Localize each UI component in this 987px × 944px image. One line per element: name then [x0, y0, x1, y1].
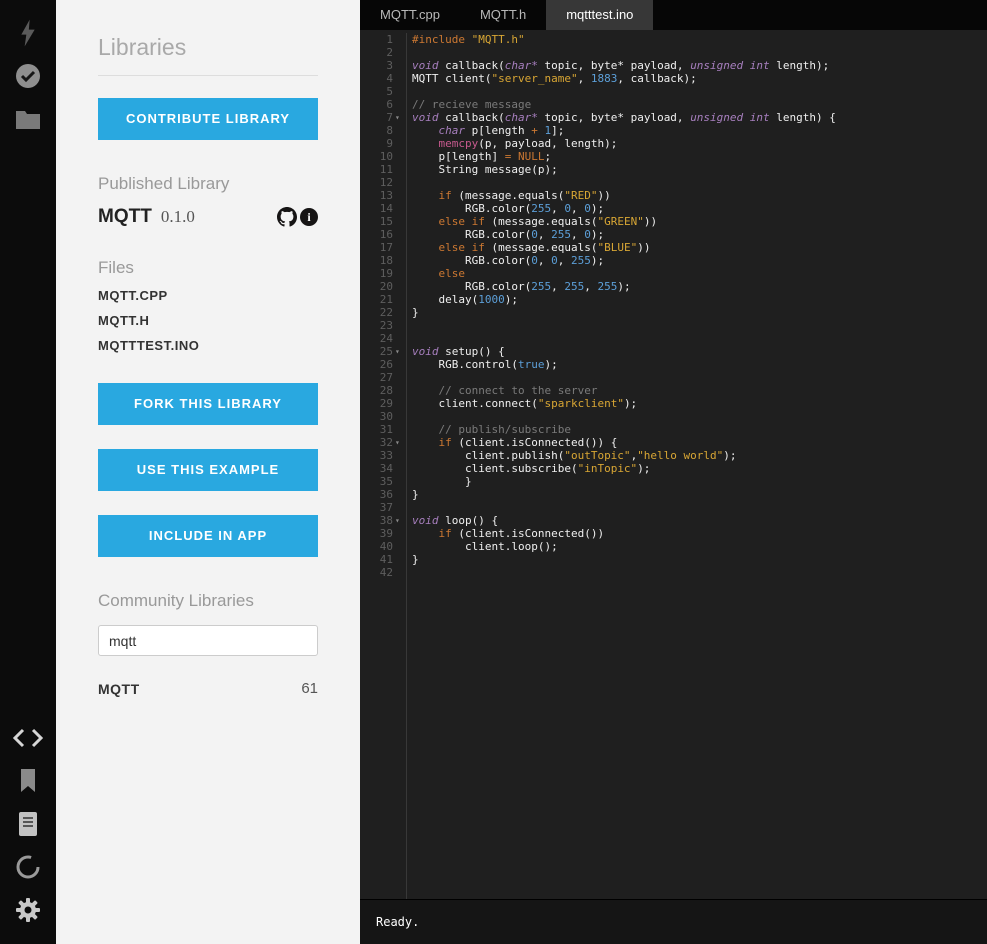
- editor-tab[interactable]: MQTT.h: [460, 0, 546, 30]
- console-icon: [16, 855, 40, 879]
- editor-tabbar: MQTT.cpp MQTT.h mqtttest.ino: [360, 0, 987, 30]
- panel-title: Libraries: [98, 34, 187, 60]
- status-bar: Ready.: [360, 899, 987, 944]
- files-list: MQTT.CPP MQTT.H MQTTTEST.INO: [98, 288, 318, 353]
- folder-icon: [16, 110, 40, 129]
- folder-button[interactable]: [11, 102, 45, 136]
- github-icon[interactable]: [277, 207, 297, 227]
- code-icon: [13, 728, 43, 748]
- published-library-heading: Published Library: [98, 174, 230, 193]
- app-sidebar: [0, 0, 56, 944]
- docs-button[interactable]: [11, 807, 45, 841]
- published-library-row: MQTT 0.1.0 i: [98, 206, 318, 228]
- title-divider: [98, 75, 318, 76]
- libraries-panel: Libraries CONTRIBUTE LIBRARY Published L…: [56, 0, 360, 944]
- file-item[interactable]: MQTT.CPP: [98, 288, 318, 303]
- use-example-button[interactable]: USE THIS EXAMPLE: [98, 449, 318, 491]
- library-result-count: 61: [301, 680, 318, 697]
- contribute-library-button[interactable]: CONTRIBUTE LIBRARY: [98, 98, 318, 140]
- community-libraries-heading: Community Libraries: [98, 591, 254, 610]
- library-version: 0.1.0: [160, 207, 195, 226]
- settings-gear-icon: [16, 898, 40, 922]
- info-icon[interactable]: i: [300, 208, 318, 226]
- include-in-app-button[interactable]: INCLUDE IN APP: [98, 515, 318, 557]
- flash-icon: [21, 19, 35, 47]
- library-result-name: MQTT: [98, 680, 140, 697]
- flash-button[interactable]: [11, 16, 45, 50]
- code-button[interactable]: [11, 721, 45, 755]
- library-search-input[interactable]: [98, 625, 318, 656]
- code-editor[interactable]: 1 2 3 4 5 6 7 ▾ 8 9 10 11 12 13 14 15 16 17 18 19 20 21 22 23 24…: [360, 30, 987, 899]
- libraries-button[interactable]: [11, 764, 45, 798]
- libraries-bookmark-icon: [21, 769, 35, 792]
- library-result-row[interactable]: MQTT 61: [98, 680, 318, 697]
- editor-tab[interactable]: MQTT.cpp: [360, 0, 460, 30]
- file-item[interactable]: MQTT.H: [98, 313, 318, 328]
- verify-icon: [16, 64, 40, 88]
- editor-tab[interactable]: mqtttest.ino: [546, 0, 654, 30]
- file-item[interactable]: MQTTTEST.INO: [98, 338, 318, 353]
- status-text: Ready.: [376, 915, 420, 929]
- settings-button[interactable]: [11, 893, 45, 927]
- community-results: MQTT 61: [98, 680, 318, 697]
- code-lines[interactable]: #include "MQTT.h" void callback(char* to…: [406, 33, 987, 899]
- files-heading: Files: [98, 258, 134, 277]
- library-name: MQTT: [98, 206, 152, 227]
- docs-icon: [19, 812, 37, 836]
- library-links: i: [277, 207, 318, 227]
- console-button[interactable]: [11, 850, 45, 884]
- editor-gutter: 1 2 3 4 5 6 7 ▾ 8 9 10 11 12 13 14 15 16 17 18 19 20 21 22 23 24…: [379, 33, 400, 579]
- fork-library-button[interactable]: FORK THIS LIBRARY: [98, 383, 318, 425]
- verify-button[interactable]: [11, 59, 45, 93]
- code-editor-pane: MQTT.cpp MQTT.h mqtttest.ino 1 2 3 4 5 6 7 ▾ 8 9 10 1…: [360, 0, 987, 944]
